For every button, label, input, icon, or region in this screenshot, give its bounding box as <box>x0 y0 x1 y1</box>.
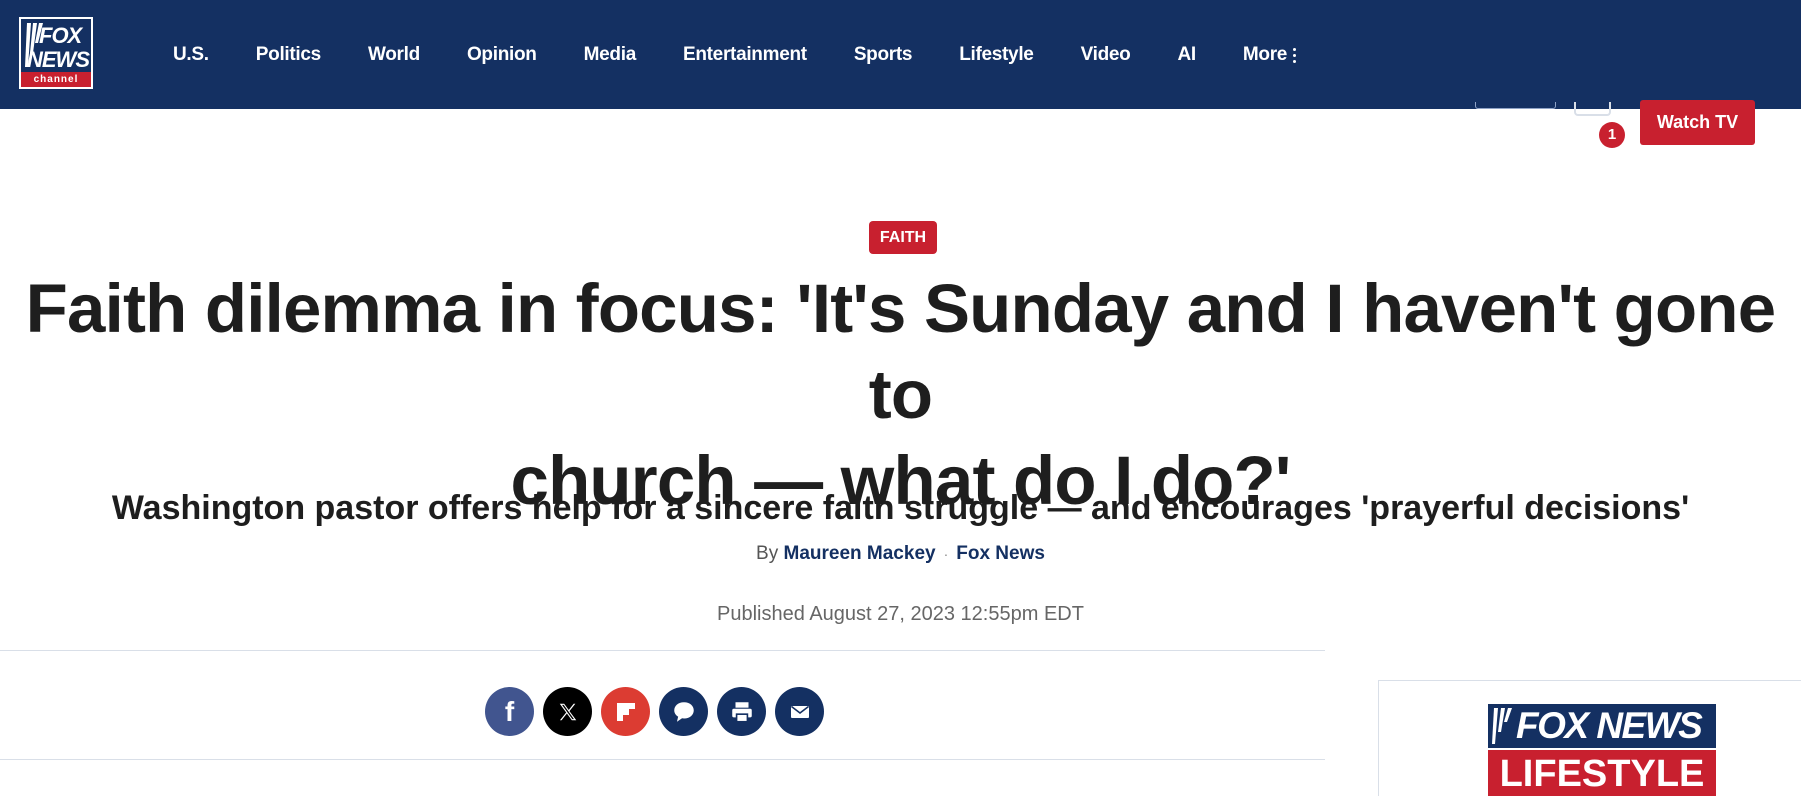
x-share-button[interactable] <box>543 687 592 736</box>
nav-item-ai[interactable]: AI <box>1177 44 1196 66</box>
nav-item-politics[interactable]: Politics <box>256 44 321 66</box>
lifestyle-logo-bottom: LIFESTYLE <box>1488 750 1716 796</box>
article-subheadline: Washington pastor offers help for a sinc… <box>111 489 1690 527</box>
nav-item-more[interactable]: More <box>1243 44 1297 66</box>
nav-item-sports[interactable]: Sports <box>854 44 913 66</box>
comments-button[interactable] <box>659 687 708 736</box>
flipboard-share-button[interactable] <box>601 687 650 736</box>
nav-item-entertainment[interactable]: Entertainment <box>683 44 807 66</box>
logo-channel-text: channel <box>21 72 91 87</box>
divider-top <box>0 650 1325 651</box>
x-icon <box>559 703 576 720</box>
nav-item-world[interactable]: World <box>368 44 420 66</box>
logo-news-text: NEWS <box>27 47 90 72</box>
email-share-button[interactable] <box>775 687 824 736</box>
logo-fox-text: FOX <box>39 23 82 48</box>
top-navigation-bar: FOX NEWS channel U.S. Politics World Opi… <box>0 0 1801 109</box>
notification-badge[interactable]: 1 <box>1599 122 1625 148</box>
fox-news-lifestyle-logo[interactable]: FOX NEWS LIFESTYLE <box>1488 704 1716 796</box>
flipboard-icon <box>616 702 635 721</box>
nav-more-label: More <box>1242 43 1288 65</box>
lifestyle-logo-top: FOX NEWS <box>1488 704 1716 748</box>
author-link[interactable]: Maureen Mackey <box>784 543 936 564</box>
nav-item-media[interactable]: Media <box>584 44 637 66</box>
main-nav: U.S. Politics World Opinion Media Entert… <box>173 0 1344 109</box>
nav-item-video[interactable]: Video <box>1081 44 1131 66</box>
print-icon <box>731 701 752 723</box>
fox-news-logo[interactable]: FOX NEWS channel <box>19 17 93 89</box>
facebook-share-button[interactable]: f <box>485 687 534 736</box>
account-icon[interactable] <box>1574 102 1611 116</box>
nav-item-opinion[interactable]: Opinion <box>467 44 537 66</box>
kebab-vertical-icon <box>1291 46 1297 64</box>
headline-line-1: Faith dilemma in focus: 'It's Sunday and… <box>25 270 1776 433</box>
comments-icon <box>673 701 694 722</box>
search-box-edge[interactable] <box>1475 102 1556 109</box>
divider-bottom <box>0 759 1325 760</box>
byline-separator: · <box>943 546 949 562</box>
watch-tv-button[interactable]: Watch TV <box>1640 100 1755 145</box>
lifestyle-logo-top-text: FOX NEWS <box>1516 705 1703 746</box>
email-icon <box>790 705 809 718</box>
byline-prefix: By <box>756 543 779 564</box>
nav-item-lifestyle[interactable]: Lifestyle <box>959 44 1034 66</box>
category-tag[interactable]: FAITH <box>869 221 937 254</box>
byline: By Maureen Mackey · Fox News <box>0 540 1801 568</box>
print-button[interactable] <box>717 687 766 736</box>
lifestyle-logo-stripes-icon <box>1492 708 1512 744</box>
published-timestamp: Published August 27, 2023 12:55pm EDT <box>717 603 1084 625</box>
facebook-icon: f <box>504 695 515 727</box>
share-bar: f <box>485 687 824 736</box>
outlet-link[interactable]: Fox News <box>956 543 1045 564</box>
nav-item-us[interactable]: U.S. <box>173 44 209 66</box>
